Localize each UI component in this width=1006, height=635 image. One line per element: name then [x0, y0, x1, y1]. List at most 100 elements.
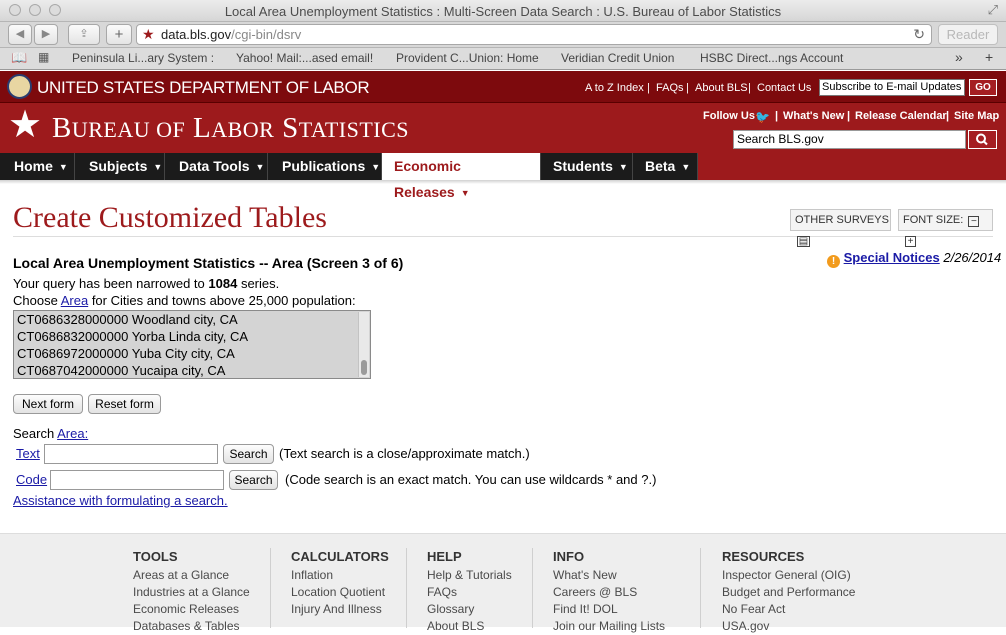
nav-label: Subjects — [89, 158, 148, 174]
footer-link[interactable]: Economic Releases — [133, 601, 250, 618]
footer-link[interactable]: Injury And Illness — [291, 601, 389, 618]
add-bookmark-icon[interactable]: + — [985, 49, 993, 65]
footer-link[interactable]: Help & Tutorials — [427, 567, 512, 584]
special-notices-date: 2/26/2014 — [943, 250, 1002, 265]
top-sites-icon[interactable]: ▦ — [38, 50, 49, 64]
increase-font-icon[interactable]: + — [905, 236, 916, 247]
search-area-link[interactable]: Area: — [57, 426, 88, 441]
bookmark-item[interactable]: Peninsula Li...ary System : — [72, 51, 214, 65]
code-search-link[interactable]: Code — [16, 472, 47, 487]
reload-icon[interactable]: ↻ — [913, 26, 925, 43]
decrease-font-icon[interactable]: − — [968, 216, 980, 227]
nav-label: Students — [553, 158, 613, 174]
nav-beta[interactable]: Beta ▼ — [633, 153, 698, 180]
bls-name[interactable]: BUREAU OF LABOR STATISTICS — [52, 112, 409, 145]
footer-link[interactable]: Glossary — [427, 601, 512, 618]
reader-button[interactable]: Reader — [938, 24, 998, 45]
text-search-link[interactable]: Text — [16, 446, 40, 461]
area-link[interactable]: Area — [61, 293, 88, 308]
footer-link[interactable]: Budget and Performance — [722, 584, 855, 601]
font-size-control: FONT SIZE: − + — [898, 209, 993, 247]
query-suffix: series. — [240, 276, 280, 291]
release-calendar-link[interactable]: Release Calendar — [855, 110, 947, 122]
dol-seal-icon — [7, 74, 32, 99]
special-notices-link[interactable]: Special Notices — [844, 250, 940, 265]
bookmark-item[interactable]: Veridian Credit Union — [561, 51, 674, 65]
site-footer: TOOLS Areas at a Glance Industries at a … — [0, 533, 1006, 633]
subscribe-email-input[interactable]: Subscribe to E-mail Updates — [819, 79, 965, 96]
forward-icon[interactable]: ▶ — [34, 24, 58, 45]
footer-link[interactable]: Inflation — [291, 567, 389, 584]
footer-heading: TOOLS — [133, 549, 178, 564]
footer-link[interactable]: Location Quotient — [291, 584, 389, 601]
whats-new-link[interactable]: What's New — [783, 110, 844, 122]
code-search-button[interactable]: Search — [229, 470, 278, 490]
dol-name[interactable]: UNITED STATES DEPARTMENT OF LABOR — [37, 78, 370, 98]
text-search-button[interactable]: Search — [223, 444, 274, 464]
choose-suffix: for Cities and towns above 25,000 popula… — [91, 293, 356, 308]
nav-label: Publications — [282, 158, 366, 174]
bookmarks-bar: 📖 ▦ Peninsula Li...ary System : Yahoo! M… — [0, 48, 1006, 70]
font-size-label: FONT SIZE: — [903, 214, 964, 226]
next-form-button[interactable]: Next form — [13, 394, 83, 414]
bookmarks-overflow-icon[interactable]: » — [955, 49, 963, 65]
twitter-icon[interactable]: 🐦 — [755, 110, 770, 124]
window-titlebar: Local Area Unemployment Statistics : Mul… — [0, 0, 1006, 22]
bls-header: ★ BUREAU OF LABOR STATISTICS Follow Us 🐦… — [0, 103, 1006, 153]
divider — [700, 548, 701, 628]
contact-us-link[interactable]: Contact Us — [757, 82, 811, 94]
footer-link[interactable]: Find It! DOL — [553, 601, 665, 618]
list-item[interactable]: CT0686328000000 Woodland city, CA — [17, 312, 238, 327]
share-icon[interactable]: ⇪ — [68, 24, 100, 45]
bls-search-button[interactable] — [968, 130, 997, 149]
fullscreen-icon[interactable]: ⤢ — [988, 2, 998, 18]
footer-link[interactable]: Industries at a Glance — [133, 584, 250, 601]
faqs-link[interactable]: FAQs — [656, 82, 684, 94]
list-item[interactable]: CT0687042000000 Yucaipa city, CA — [17, 363, 225, 378]
address-bar[interactable]: ★ data.bls.gov/cgi-bin/dsrv ↻ — [136, 24, 932, 45]
nav-economic-releases[interactable]: Economic Releases ▼ — [382, 153, 541, 200]
text-search-input[interactable] — [44, 444, 218, 464]
go-button[interactable]: GO — [969, 79, 997, 96]
site-map-link[interactable]: Site Map — [954, 110, 999, 122]
search-icon — [976, 133, 988, 146]
list-item[interactable]: CT0686972000000 Yuba City city, CA — [17, 346, 235, 361]
area-select-list[interactable]: CT0686328000000 Woodland city, CA CT0686… — [13, 310, 371, 379]
footer-link[interactable]: Careers @ BLS — [553, 584, 665, 601]
nav-home[interactable]: Home ▼ — [0, 153, 75, 180]
search-area-label: Search Area: — [13, 426, 88, 441]
footer-help: HELP Help & Tutorials FAQs Glossary Abou… — [427, 549, 512, 635]
divider — [270, 548, 271, 628]
chevron-down-icon: ▼ — [58, 162, 68, 172]
surveys-icon: ▤ — [797, 236, 810, 247]
assistance-link[interactable]: Assistance with formulating a search. — [13, 493, 228, 508]
reading-list-icon[interactable]: 📖 — [11, 50, 27, 66]
bookmark-item[interactable]: Provident C...Union: Home — [396, 51, 539, 65]
main-nav: Home ▼ Subjects ▼ Data Tools ▼ Publications… — [0, 153, 1006, 200]
scroll-thumb[interactable] — [361, 360, 367, 375]
nav-publications[interactable]: Publications ▼ — [268, 153, 382, 180]
follow-us-link[interactable]: Follow Us — [703, 110, 755, 122]
survey-subheading: Local Area Unemployment Statistics -- Ar… — [13, 255, 404, 271]
a-to-z-link[interactable]: A to Z Index — [585, 82, 644, 94]
new-tab-icon[interactable]: + — [106, 24, 132, 45]
footer-link[interactable]: No Fear Act — [722, 601, 855, 618]
footer-link[interactable]: Inspector General (OIG) — [722, 567, 855, 584]
about-bls-link[interactable]: About BLS — [695, 82, 748, 94]
nav-subjects[interactable]: Subjects ▼ — [75, 153, 165, 180]
code-search-input[interactable] — [50, 470, 224, 490]
list-scrollbar[interactable] — [358, 312, 369, 377]
other-surveys-button[interactable]: OTHER SURVEYS ▤ — [790, 209, 891, 247]
bls-search-input[interactable]: Search BLS.gov — [733, 130, 966, 149]
footer-link[interactable]: FAQs — [427, 584, 512, 601]
list-item[interactable]: CT0686832000000 Yorba Linda city, CA — [17, 329, 248, 344]
footer-link[interactable]: What's New — [553, 567, 665, 584]
footer-link[interactable]: Areas at a Glance — [133, 567, 250, 584]
bookmark-item[interactable]: Yahoo! Mail:...ased email! — [236, 51, 373, 65]
nav-data-tools[interactable]: Data Tools ▼ — [165, 153, 268, 180]
back-icon[interactable]: ◀ — [8, 24, 32, 45]
nav-students[interactable]: Students ▼ — [541, 153, 633, 180]
page-title: Create Customized Tables — [13, 201, 327, 234]
reset-form-button[interactable]: Reset form — [88, 394, 161, 414]
bookmark-item[interactable]: HSBC Direct...ngs Account — [700, 51, 843, 65]
